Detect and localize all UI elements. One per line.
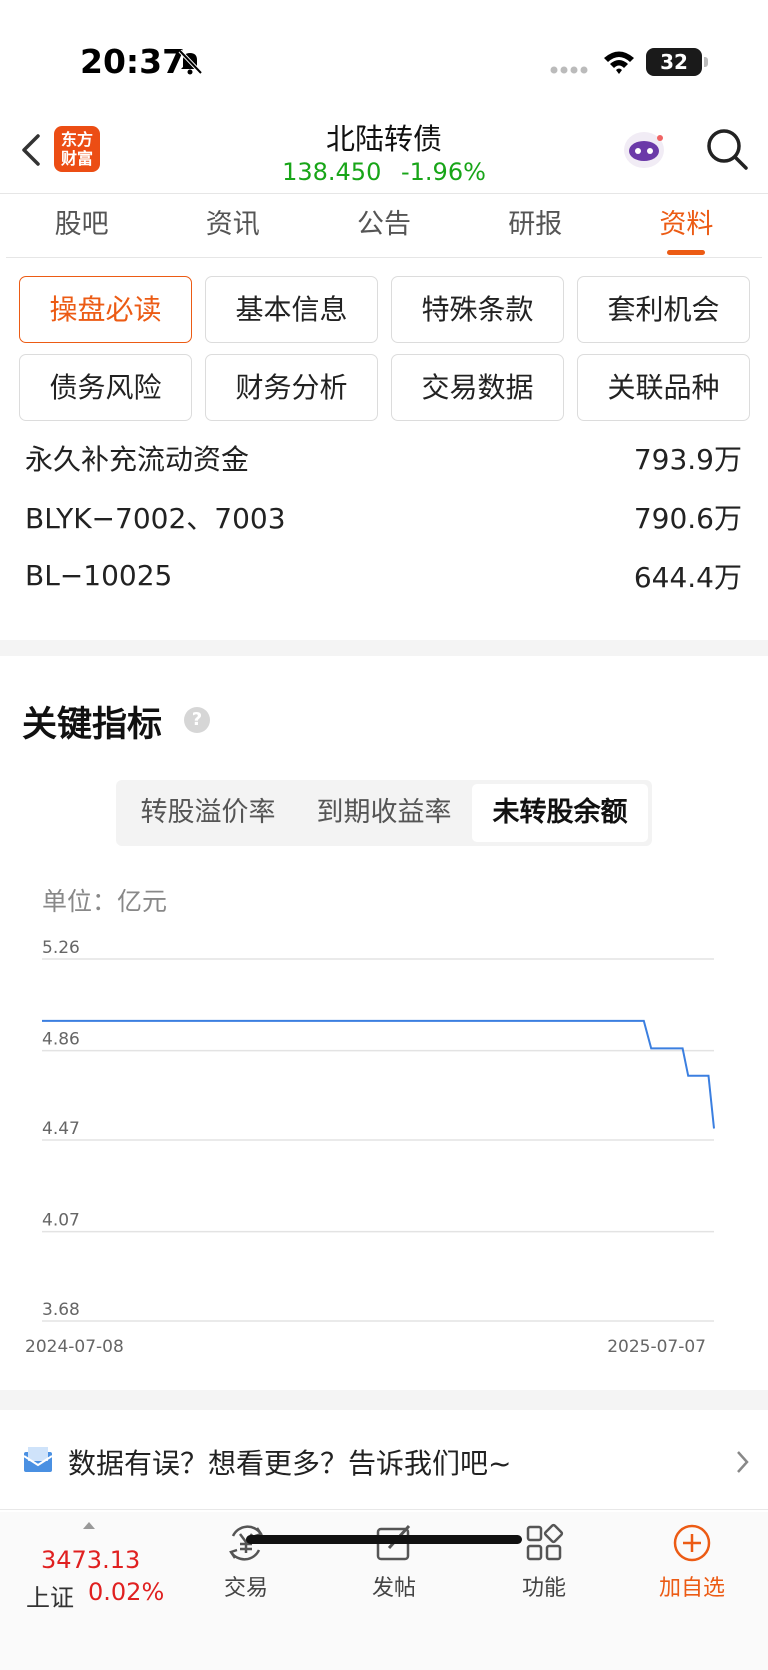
plus-circle-icon [673,1524,711,1562]
series-line [42,1019,715,1129]
item-name: 永久补充流动资金 [25,442,250,476]
index-pct: 0.02% [88,1578,165,1606]
mail-icon [23,1447,53,1472]
bell-muted-icon [178,49,203,75]
nav-post[interactable]: 发帖 [334,1522,454,1602]
category-button[interactable]: 套利机会 [577,276,750,343]
x-tick-label: 2025-07-07 [607,1337,706,1357]
item-amount: 790.6万 [633,501,742,535]
list-item: 永久补充流动资金 793.9万 [25,428,742,487]
category-button[interactable]: 特殊条款 [391,276,564,343]
y-tick-label: 3.68 [42,1300,80,1320]
chart-unit-label: 单位：亿元 [42,887,168,916]
y-tick-label: 4.07 [42,1211,80,1231]
category-button[interactable]: 交易数据 [391,354,564,421]
header: 东方财富 北陆转债 138.450 -1.96% [0,110,768,194]
index-value: 3473.13 [41,1546,141,1574]
nav-trade[interactable]: 交易 [186,1522,306,1602]
wifi-icon [604,51,634,74]
category-button[interactable]: 操盘必读 [19,276,192,343]
help-icon[interactable]: ? [184,707,210,733]
section-divider [0,1390,768,1410]
index-name: 上证 [26,1584,74,1612]
feedback-text: 数据有误？想看更多？告诉我们吧~ [68,1447,512,1480]
category-button[interactable]: 关联品种 [577,354,750,421]
list-item: BL−10025 644.4万 [25,546,742,605]
category-button[interactable]: 债务风险 [19,354,192,421]
item-amount: 793.9万 [633,442,742,476]
segment-yield-to-maturity[interactable]: 到期收益率 [296,784,472,842]
nav-functions[interactable]: 功能 [484,1522,604,1602]
segment-conversion-premium[interactable]: 转股溢价率 [120,784,296,842]
chevron-right-icon [737,1451,749,1473]
y-tick-label: 4.86 [42,1030,80,1050]
tab-announcements[interactable]: 公告 [308,196,459,257]
section-title: 关键指标 [22,705,163,745]
tab-profile[interactable]: 资料 [611,196,762,257]
segment-outstanding-balance[interactable]: 未转股余额 [472,784,648,842]
x-tick-label: 2024-07-08 [25,1337,124,1357]
tab-research[interactable]: 研报 [460,196,611,257]
status-time: 20:37 [80,42,186,81]
feedback-row[interactable]: 数据有误？想看更多？告诉我们吧~ [0,1410,768,1510]
nav-label: 加自选 [658,1576,725,1601]
balance-line-chart: 5.26 4.86 4.47 4.07 3.68 2024-07-08 2025-07-07 [25,938,715,1357]
status-bar: 20:37 32 [0,0,768,110]
tab-guba[interactable]: 股吧 [6,196,157,257]
list-item: BLYK−7002、7003 790.6万 [25,487,742,546]
y-tick-label: 4.47 [42,1119,80,1139]
grid-icon [526,1523,564,1561]
item-amount: 644.4万 [633,560,742,594]
category-button[interactable]: 财务分析 [205,354,378,421]
nav-label: 功能 [521,1576,566,1601]
change-pct: -1.96% [400,158,486,186]
home-indicator [246,1535,522,1544]
tab-news[interactable]: 资讯 [157,196,308,257]
fund-usage-list: 永久补充流动资金 793.9万 BLYK−7002、7003 790.6万 BL… [25,428,742,605]
nav-add-watchlist[interactable]: 加自选 [632,1522,752,1602]
tab-bar: 股吧 资讯 公告 研报 资料 [6,196,762,258]
category-button[interactable]: 基本信息 [205,276,378,343]
robot-assistant-icon[interactable] [620,126,668,174]
nav-label: 交易 [223,1576,268,1601]
cellular-signal-icon [550,66,588,74]
battery-icon: 32 [646,48,708,76]
item-name: BLYK−7002、7003 [25,501,286,535]
section-divider [0,640,768,656]
item-name: BL−10025 [25,559,173,592]
caret-up-icon [83,1522,95,1529]
nav-label: 发帖 [371,1576,416,1601]
y-tick-label: 5.26 [42,938,80,958]
search-icon[interactable] [704,126,750,172]
price: 138.450 [282,158,382,186]
category-grid: 操盘必读 基本信息 特殊条款 套利机会 债务风险 财务分析 交易数据 关联品种 [19,276,750,421]
indicator-segmented-control: 转股溢价率 到期收益率 未转股余额 [116,780,652,846]
